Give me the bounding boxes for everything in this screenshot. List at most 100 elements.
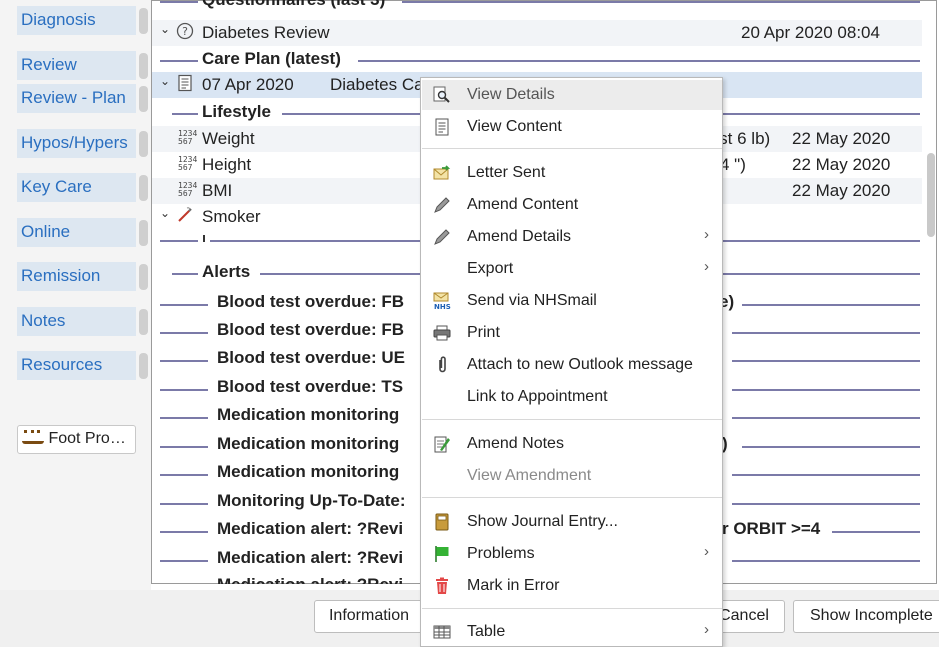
document-lines-icon xyxy=(435,118,449,136)
nav-hypos-hypers[interactable]: Hypos/Hypers xyxy=(17,129,136,158)
menu-item-print[interactable]: Print xyxy=(422,318,722,348)
section-questionnaires: Questionnaires (last 3) xyxy=(152,0,922,12)
nav-scroll-knob xyxy=(139,175,148,201)
nav-scroll-knob xyxy=(139,86,148,112)
menu-item-label: Show Journal Entry... xyxy=(467,513,618,530)
menu-item-amend-details[interactable]: Amend Details › xyxy=(422,222,722,252)
show-incomplete-button[interactable]: Show Incomplete xyxy=(793,600,939,633)
nav-resources[interactable]: Resources xyxy=(17,351,136,380)
menu-item-label: Problems xyxy=(467,545,535,562)
alert-line xyxy=(742,304,920,306)
nav-diagnosis[interactable]: Diagnosis xyxy=(17,6,136,35)
alert-text: Blood test overdue: UE xyxy=(217,348,405,367)
alert-line xyxy=(160,332,208,334)
menu-item-label: Print xyxy=(467,324,500,341)
section-care-plan: Care Plan (latest) xyxy=(152,49,922,71)
menu-item-letter-sent[interactable]: Letter Sent xyxy=(422,158,722,188)
section-line xyxy=(402,1,920,3)
section-line xyxy=(160,1,198,3)
menu-item-label: Attach to new Outlook message xyxy=(467,356,693,373)
notes-edit-icon xyxy=(434,436,450,453)
section-line xyxy=(172,273,198,275)
smoking-icon xyxy=(178,207,192,222)
alert-line xyxy=(732,560,920,562)
lifestyle-name: Weight xyxy=(202,129,255,148)
menu-item-amend-notes[interactable]: Amend Notes xyxy=(422,429,722,459)
alert-text: Medication monitoring xyxy=(217,462,400,481)
vertical-scrollbar[interactable] xyxy=(927,153,935,237)
nav-scroll-knob xyxy=(139,353,148,379)
submenu-arrow-icon: › xyxy=(704,543,709,560)
alert-text: Blood test overdue: TS xyxy=(217,377,404,396)
pencil-icon xyxy=(434,229,450,245)
menu-separator xyxy=(422,608,722,609)
alert-line xyxy=(160,417,208,419)
menu-separator xyxy=(422,497,722,498)
alert-line xyxy=(160,531,208,533)
menu-item-table[interactable]: Table › xyxy=(422,617,722,647)
menu-item-label: View Details xyxy=(467,86,555,103)
alert-text: Blood test overdue: FB xyxy=(217,292,405,311)
chevron-down-icon[interactable]: ⌄ xyxy=(160,206,170,220)
care-plan-text: Diabetes Ca xyxy=(330,75,424,94)
numeric-value-icon: 1234 567 xyxy=(178,155,198,172)
trash-icon xyxy=(436,577,448,594)
menu-item-view-amendment[interactable]: View Amendment xyxy=(422,461,722,491)
menu-item-link-appointment[interactable]: Link to Appointment xyxy=(422,382,722,412)
nav-online[interactable]: Online xyxy=(17,218,136,247)
foot-button-label: Foot Pro… xyxy=(48,430,126,447)
menu-item-label: Link to Appointment xyxy=(467,388,608,405)
nav-remission[interactable]: Remission xyxy=(17,262,136,291)
nav-key-care[interactable]: Key Care xyxy=(17,173,136,202)
information-button[interactable]: Information xyxy=(314,600,424,633)
foot-protection-button[interactable]: Foot Pro… xyxy=(17,425,136,454)
chevron-down-icon[interactable]: ⌄ xyxy=(160,74,170,88)
menu-item-mark-in-error[interactable]: Mark in Error xyxy=(422,571,722,601)
alert-text: Monitoring Up-To-Date: xyxy=(217,491,406,510)
nav-notes[interactable]: Notes xyxy=(17,307,136,336)
menu-item-label: View Content xyxy=(467,118,562,135)
menu-item-export[interactable]: Export › xyxy=(422,254,722,284)
section-tick xyxy=(203,235,205,242)
menu-item-view-content[interactable]: View Content xyxy=(422,112,722,142)
section-title: Care Plan (latest) xyxy=(202,49,341,68)
alert-tail: r ORBIT >=4 xyxy=(722,519,821,538)
section-title: Lifestyle xyxy=(202,102,271,121)
nav-scroll-knob xyxy=(139,264,148,290)
nav-review[interactable]: Review xyxy=(17,51,136,80)
alert-line xyxy=(732,332,920,334)
submenu-arrow-icon: › xyxy=(704,258,709,275)
section-line xyxy=(160,240,198,242)
alert-text: Medication alert: ?Revi xyxy=(217,548,404,567)
menu-item-show-journal-entry[interactable]: Show Journal Entry... xyxy=(422,507,722,537)
magnifier-document-icon xyxy=(433,86,450,103)
context-menu: View Details View Content Letter Sent Am… xyxy=(420,77,723,647)
questionnaire-date: 20 Apr 2020 08:04 xyxy=(741,23,880,42)
menu-item-view-details[interactable]: View Details xyxy=(422,80,722,110)
green-flag-icon xyxy=(435,546,449,562)
alert-text: Medication monitoring xyxy=(217,405,400,424)
menu-separator xyxy=(422,419,722,420)
alert-line xyxy=(732,503,920,505)
menu-item-attach-outlook[interactable]: Attach to new Outlook message xyxy=(422,350,722,380)
alert-text: Blood test overdue: FB xyxy=(217,320,405,339)
menu-item-problems[interactable]: Problems › xyxy=(422,539,722,569)
alert-text: Medication alert: ?Revi xyxy=(217,519,404,538)
questionnaire-row[interactable]: ⌄ ? Diabetes Review 20 Apr 2020 08:04 xyxy=(152,20,922,46)
alert-line xyxy=(732,389,920,391)
section-title: Questionnaires (last 3) xyxy=(202,0,385,10)
section-line xyxy=(160,60,198,62)
document-icon xyxy=(178,74,192,92)
alert-line xyxy=(732,417,920,419)
chevron-down-icon[interactable]: ⌄ xyxy=(160,22,170,36)
nav-review-plan[interactable]: Review - Plan xyxy=(17,84,136,113)
menu-item-send-nhsmail[interactable]: NHS Send via NHSmail xyxy=(422,286,722,316)
menu-item-amend-content[interactable]: Amend Content xyxy=(422,190,722,220)
alert-line xyxy=(732,360,920,362)
alert-text: Medication alert: ?Revi xyxy=(217,575,403,584)
svg-text:?: ? xyxy=(182,25,188,38)
menu-item-label: Mark in Error xyxy=(467,577,560,594)
alert-line xyxy=(160,560,208,562)
menu-item-label: Export xyxy=(467,260,514,277)
table-icon xyxy=(433,625,451,639)
